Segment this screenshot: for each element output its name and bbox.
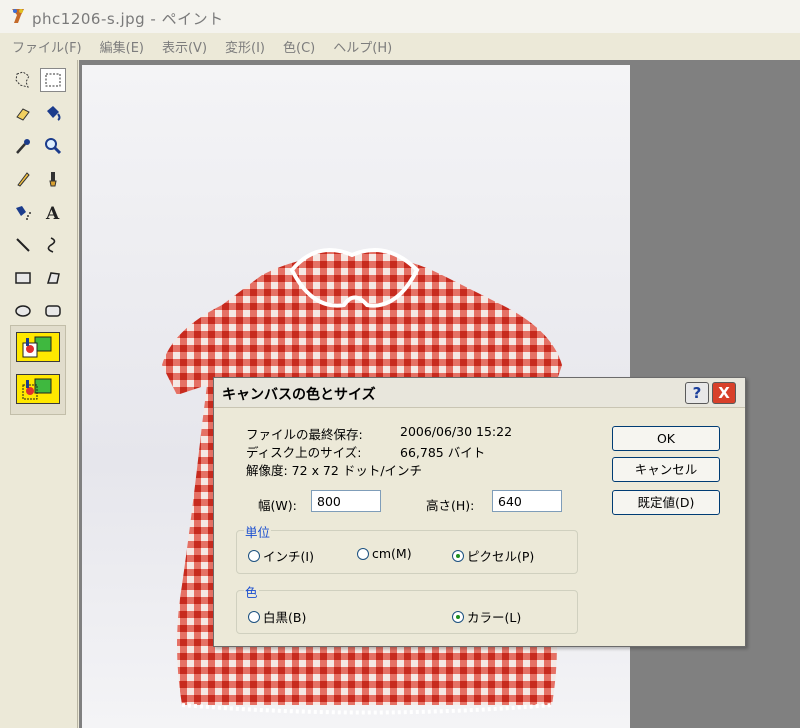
canvas-color-size-dialog: キャンバスの色とサイズ ? X ファイルの最終保存: 2006/06/30 15… bbox=[213, 377, 746, 647]
height-label: 高さ(H): bbox=[426, 498, 475, 513]
menu-bar: ファイル(F) 編集(E) 表示(V) 変形(I) 色(C) ヘルプ(H) bbox=[0, 33, 800, 59]
free-select-icon[interactable] bbox=[10, 68, 36, 92]
height-input[interactable]: 640 bbox=[492, 490, 562, 512]
radio-circle-selected bbox=[452, 549, 464, 562]
pencil-icon[interactable] bbox=[10, 167, 36, 191]
units-group-label: 単位 bbox=[244, 522, 272, 541]
dialog-title-bar: キャンバスの色とサイズ ? X bbox=[214, 378, 745, 408]
tool-panel: A bbox=[0, 60, 78, 728]
last-saved-label: ファイルの最終保存: bbox=[246, 427, 363, 442]
dialog-title: キャンバスの色とサイズ bbox=[222, 387, 376, 403]
color-bw-label: 白黒(B) bbox=[263, 610, 307, 625]
ok-button[interactable]: OK bbox=[612, 426, 720, 451]
tool-options-box bbox=[10, 325, 66, 415]
unit-inch-label: インチ(I) bbox=[263, 549, 314, 564]
svg-text:A: A bbox=[45, 204, 60, 222]
resolution-text: 解像度: 72 x 72 ドット/インチ bbox=[246, 463, 423, 478]
cancel-button[interactable]: キャンセル bbox=[612, 457, 720, 482]
text-icon[interactable]: A bbox=[40, 200, 66, 224]
brush-icon[interactable] bbox=[40, 167, 66, 191]
magnifier-icon[interactable] bbox=[40, 134, 66, 158]
color-bw-radio[interactable]: 白黒(B) bbox=[248, 607, 306, 626]
rounded-rect-icon[interactable] bbox=[40, 299, 66, 323]
color-picker-icon[interactable] bbox=[10, 134, 36, 158]
paint-app-icon bbox=[12, 9, 24, 23]
help-button[interactable]: ? bbox=[685, 382, 709, 404]
radio-circle bbox=[248, 549, 260, 562]
polygon-icon[interactable] bbox=[40, 266, 66, 290]
opaque-background-option[interactable] bbox=[16, 332, 60, 362]
line-icon[interactable] bbox=[10, 233, 36, 257]
color-color-label: カラー(L) bbox=[467, 610, 522, 625]
window-title: phc1206-s.jpg - ペイント bbox=[32, 10, 224, 28]
disk-size-value: 66,785 バイト bbox=[400, 445, 486, 460]
rectangle-icon[interactable] bbox=[10, 266, 36, 290]
unit-cm-label: cm(M) bbox=[372, 546, 412, 561]
unit-pixel-label: ピクセル(P) bbox=[467, 549, 535, 564]
fill-bucket-icon[interactable] bbox=[40, 101, 66, 125]
width-input[interactable]: 800 bbox=[311, 490, 381, 512]
title-bar: phc1206-s.jpg - ペイント bbox=[0, 0, 800, 33]
eraser-icon[interactable] bbox=[10, 101, 36, 125]
menu-edit[interactable]: 編集(E) bbox=[100, 37, 144, 56]
unit-cm-radio[interactable]: cm(M) bbox=[357, 546, 412, 561]
color-color-radio[interactable]: カラー(L) bbox=[452, 607, 521, 626]
ellipse-icon[interactable] bbox=[10, 299, 36, 323]
rect-select-icon[interactable] bbox=[40, 68, 66, 92]
disk-size-label: ディスク上のサイズ: bbox=[246, 445, 362, 460]
radio-circle bbox=[357, 547, 369, 560]
airbrush-icon[interactable] bbox=[10, 200, 36, 224]
close-button[interactable]: X bbox=[712, 382, 736, 404]
menu-colors[interactable]: 色(C) bbox=[283, 37, 315, 56]
color-group-label: 色 bbox=[244, 582, 259, 601]
unit-pixel-radio[interactable]: ピクセル(P) bbox=[452, 546, 534, 565]
menu-image[interactable]: 変形(I) bbox=[225, 37, 265, 56]
radio-circle bbox=[248, 610, 260, 623]
width-label: 幅(W): bbox=[258, 498, 297, 513]
menu-view[interactable]: 表示(V) bbox=[162, 37, 207, 56]
transparent-background-option[interactable] bbox=[16, 374, 60, 404]
radio-circle-selected bbox=[452, 610, 464, 623]
curve-icon[interactable] bbox=[40, 233, 66, 257]
menu-file[interactable]: ファイル(F) bbox=[12, 37, 82, 56]
default-button[interactable]: 既定値(D) bbox=[612, 490, 720, 515]
menu-help[interactable]: ヘルプ(H) bbox=[333, 37, 392, 56]
unit-inch-radio[interactable]: インチ(I) bbox=[248, 546, 314, 565]
last-saved-value: 2006/06/30 15:22 bbox=[400, 424, 513, 439]
